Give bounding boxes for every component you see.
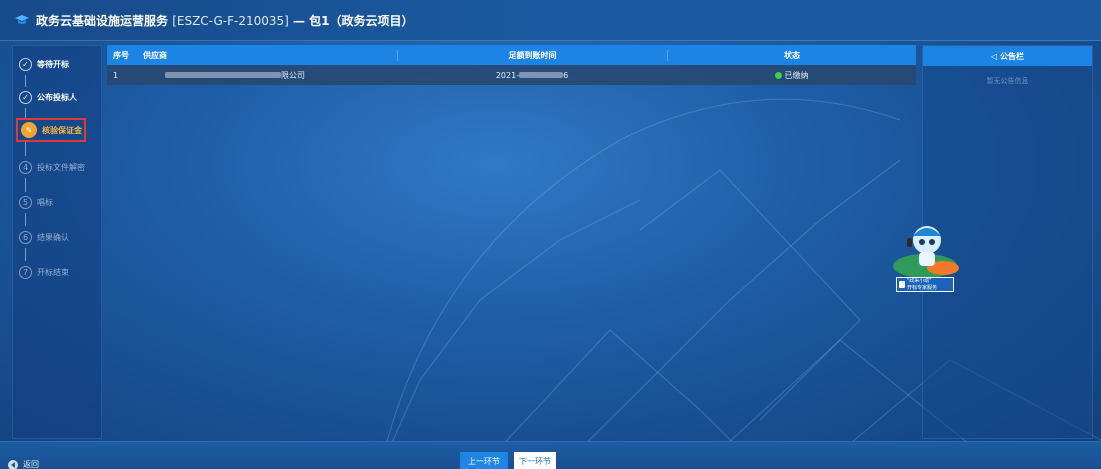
back-button[interactable]: 返回 xyxy=(8,459,39,469)
bottom-bar: 返回 上一环节 下一环节 xyxy=(0,441,1101,469)
step-connector xyxy=(25,108,26,118)
deposit-table: 序号 供应商 足额到账时间 状态 1 限公司 2021- 6 已缴纳 xyxy=(107,45,916,85)
graduation-cap-icon xyxy=(15,15,29,24)
table-row[interactable]: 1 限公司 2021- 6 已缴纳 xyxy=(107,65,916,85)
time-prefix: 2021- xyxy=(495,70,520,80)
step-label: 唱标 xyxy=(37,197,53,207)
back-arrow-icon xyxy=(8,459,18,469)
column-header-status: 状态 xyxy=(667,49,916,61)
check-icon: ✓ xyxy=(19,90,32,104)
announcement-title: ◁ 公告栏 xyxy=(923,46,1092,66)
assistant-label[interactable]: "政采小助" 开标专家服务 xyxy=(896,277,954,292)
back-label: 返回 xyxy=(23,460,39,469)
step-label: 投标文件解密 xyxy=(37,162,85,172)
assistant-name: "政采小助" xyxy=(907,278,932,284)
column-header-arrival-time: 足额到账时间 xyxy=(397,49,667,61)
project-code: [ESZC-G-F-210035] xyxy=(172,13,289,28)
step-connector xyxy=(25,248,26,261)
step-announce-bidders[interactable]: ✓ 公布投标人 xyxy=(19,86,77,108)
status-ok-icon xyxy=(774,71,782,79)
step-confirm-results[interactable]: 6 结果确认 xyxy=(19,226,69,248)
row-index: 1 xyxy=(113,70,119,80)
supplier-suffix: 限公司 xyxy=(281,70,305,80)
step-number-icon: 5 xyxy=(19,195,32,209)
progress-sidebar: ✓ 等待开标 ✓ 公布投标人 ✎ 核验保证金 4 投标文件解密 5 唱标 6 结… xyxy=(12,45,102,439)
step-label: 核验保证金 xyxy=(42,125,82,135)
step-label: 公布投标人 xyxy=(37,92,77,102)
step-read-bids[interactable]: 5 唱标 xyxy=(19,191,53,213)
page-title: 政务云基础设施运营服务 [ESZC-G-F-210035] — 包1（政务云项目… xyxy=(36,12,414,29)
time-suffix: 6 xyxy=(563,70,569,80)
pencil-icon: ✎ xyxy=(21,122,37,138)
row-arrival-time: 2021- 6 xyxy=(397,71,667,80)
step-verify-deposit[interactable]: ✎ 核验保证金 xyxy=(16,118,86,142)
previous-step-button[interactable]: 上一环节 xyxy=(460,452,508,469)
step-decrypt-bid-files[interactable]: 4 投标文件解密 xyxy=(19,156,85,178)
column-header-index: 序号 xyxy=(113,50,129,60)
announcement-empty: 暂无公告信息 xyxy=(986,77,1029,85)
top-header: 政务云基础设施运营服务 [ESZC-G-F-210035] — 包1（政务云项目… xyxy=(0,0,1101,41)
row-supplier: 限公司 xyxy=(137,70,397,81)
redacted-text xyxy=(519,72,564,78)
step-opening-finished[interactable]: 7 开标结束 xyxy=(19,261,69,283)
step-number-icon: 6 xyxy=(19,230,32,244)
step-number-icon: 7 xyxy=(19,265,32,279)
step-connector xyxy=(25,142,26,156)
headset-icon xyxy=(899,281,905,288)
row-status: 已缴纳 xyxy=(667,70,916,81)
column-header-supplier: 供应商 xyxy=(143,50,167,60)
step-label: 等待开标 xyxy=(37,59,69,69)
next-step-button[interactable]: 下一环节 xyxy=(514,452,556,469)
step-waiting-opening[interactable]: ✓ 等待开标 xyxy=(19,53,69,75)
package-name: — 包1（政务云项目） xyxy=(293,13,414,28)
step-connector xyxy=(25,178,26,192)
project-name: 政务云基础设施运营服务 xyxy=(36,13,169,28)
assistant-service: 开标专家服务 xyxy=(907,285,938,291)
step-label: 开标结束 xyxy=(37,267,69,277)
check-icon: ✓ xyxy=(19,57,32,71)
status-text: 已缴纳 xyxy=(784,70,809,80)
step-connector xyxy=(25,213,26,226)
table-header: 序号 供应商 足额到账时间 状态 xyxy=(107,45,916,65)
redacted-text xyxy=(165,72,281,78)
step-number-icon: 4 xyxy=(19,160,32,174)
step-label: 结果确认 xyxy=(37,232,69,242)
